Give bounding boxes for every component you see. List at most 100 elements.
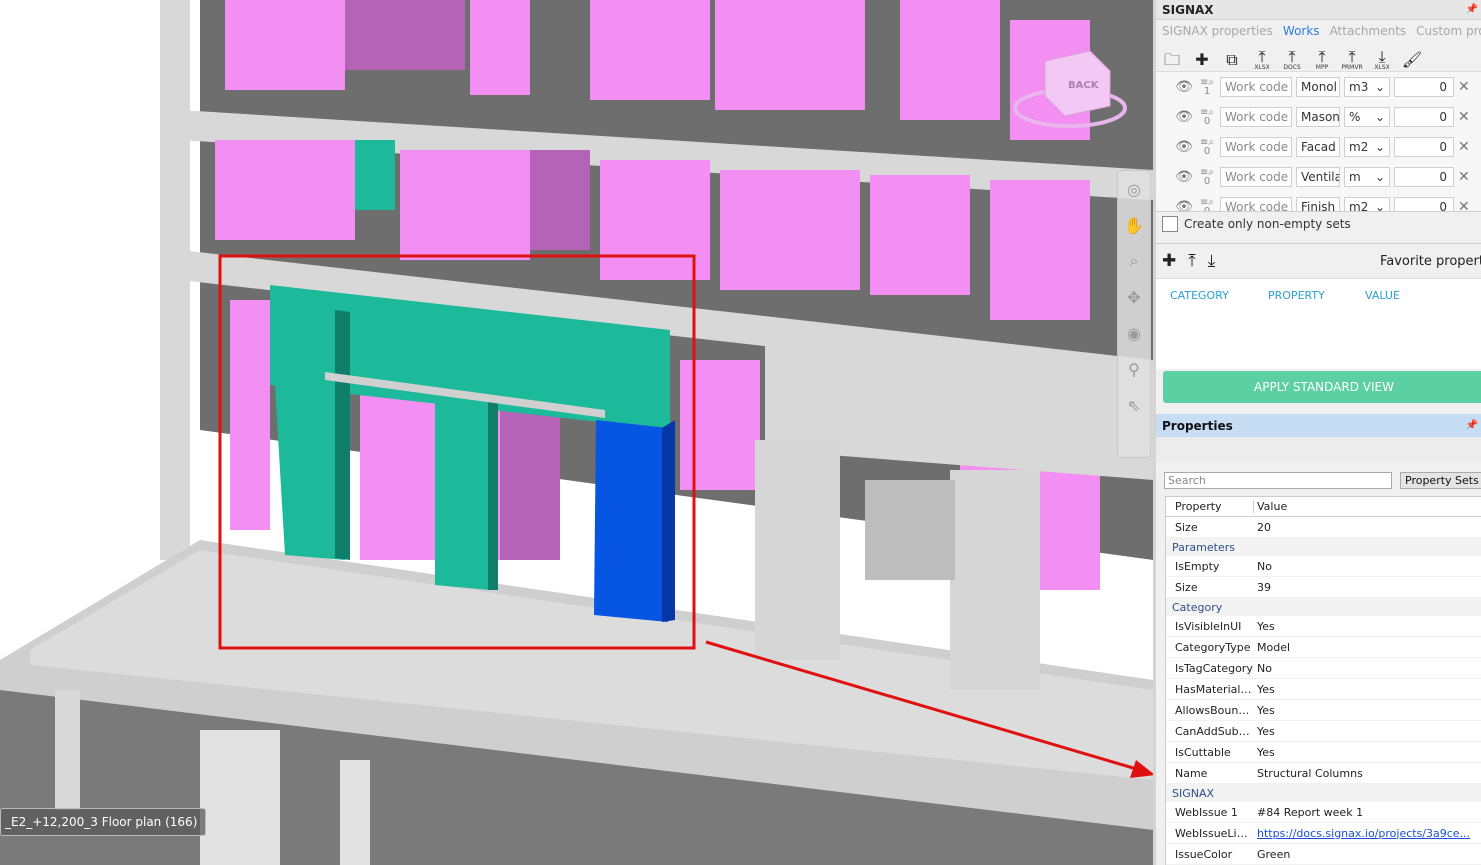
steering-wheel-icon[interactable]: ◎ bbox=[1118, 171, 1150, 207]
eye-icon[interactable]: 👁 bbox=[1174, 79, 1194, 95]
property-row[interactable]: CanAddSubc... Yes bbox=[1166, 721, 1481, 742]
header-property[interactable]: Property bbox=[1166, 500, 1254, 513]
close-icon[interactable]: ✕ bbox=[1458, 79, 1470, 95]
property-row[interactable]: HasMaterialQ... Yes bbox=[1166, 679, 1481, 700]
navigation-bar[interactable]: ◎ ✋ ⌕ ✥ ◉ ⚲ ⇖ bbox=[1117, 170, 1151, 458]
work-row[interactable]: 👁 ≡⌕ 0 Work code Mason % ⌄ 0 ✕ bbox=[1156, 102, 1481, 132]
quantity-input[interactable]: 0 bbox=[1394, 167, 1454, 187]
property-row[interactable]: AllowsBound... Yes bbox=[1166, 700, 1481, 721]
tab-custom-properties[interactable]: Custom properti bbox=[1416, 24, 1481, 42]
viewcube[interactable]: BACK bbox=[1010, 46, 1130, 136]
export-prmvr-button[interactable]: ⤒ PRMVR bbox=[1340, 47, 1364, 73]
property-category[interactable]: SIGNAX bbox=[1166, 784, 1481, 802]
work-name-input[interactable]: Facad bbox=[1296, 137, 1340, 157]
property-row[interactable]: IsCuttable Yes bbox=[1166, 742, 1481, 763]
filter-count[interactable]: ≡⌕0 bbox=[1198, 108, 1216, 127]
column-property[interactable]: PROPERTY bbox=[1268, 289, 1325, 302]
unit-select[interactable]: m3 ⌄ bbox=[1344, 77, 1390, 97]
orbit-icon[interactable]: ✥ bbox=[1118, 279, 1150, 315]
3d-viewport[interactable]: BACK ◎ ✋ ⌕ ✥ ◉ ⚲ ⇖ _E2_+12,200_3 Floor p… bbox=[0, 0, 1153, 865]
works-list[interactable]: 👁 ≡⌕ 1 Work code Monol m3 ⌄ 0 ✕ 👁 ≡⌕ 0 Work… bbox=[1156, 71, 1481, 211]
close-icon[interactable]: ✕ bbox=[1458, 109, 1470, 125]
property-sets-button[interactable]: Property Sets bbox=[1400, 472, 1481, 489]
work-name-input[interactable]: Finish bbox=[1296, 197, 1340, 211]
brush-icon[interactable]: 🖌 bbox=[1400, 47, 1424, 73]
property-row[interactable]: IsVisibleInUI Yes bbox=[1166, 616, 1481, 637]
property-row[interactable]: WebIssueLin... https://docs.signax.io/pro… bbox=[1166, 823, 1481, 844]
work-code-input[interactable]: Work code bbox=[1220, 167, 1292, 187]
select-icon[interactable]: ⇖ bbox=[1118, 387, 1150, 423]
work-name-input[interactable]: Monol bbox=[1296, 77, 1340, 97]
export-mpp-button[interactable]: ⤒ MPP bbox=[1310, 47, 1334, 73]
quantity-input[interactable]: 0 bbox=[1394, 77, 1454, 97]
zoom-icon[interactable]: ⌕ bbox=[1118, 243, 1150, 279]
eye-icon[interactable]: 👁 bbox=[1174, 169, 1194, 185]
work-row[interactable]: 👁 ≡⌕ 1 Work code Monol m3 ⌄ 0 ✕ bbox=[1156, 72, 1481, 102]
tab-attachments[interactable]: Attachments bbox=[1330, 24, 1407, 42]
unit-select[interactable]: m2 ⌄ bbox=[1344, 137, 1390, 157]
import-xlsx-button[interactable]: ⤓ XLSX bbox=[1370, 47, 1394, 73]
work-code-input[interactable]: Work code bbox=[1220, 197, 1292, 211]
quantity-input[interactable]: 0 bbox=[1394, 107, 1454, 127]
work-code-input[interactable]: Work code bbox=[1220, 137, 1292, 157]
property-category[interactable]: Category bbox=[1166, 598, 1481, 616]
property-row[interactable]: CategoryType Model bbox=[1166, 637, 1481, 658]
walk-icon[interactable]: ⚲ bbox=[1118, 351, 1150, 387]
filter-count[interactable]: ≡⌕0 bbox=[1198, 168, 1216, 187]
web-issue-link[interactable]: https://docs.signax.io/projects/3a9ce... bbox=[1254, 827, 1481, 840]
tab-works[interactable]: Works bbox=[1283, 24, 1320, 42]
eye-icon[interactable]: 👁 bbox=[1174, 139, 1194, 155]
plus-icon[interactable]: ✚ bbox=[1190, 47, 1214, 73]
property-row[interactable]: Size 20 bbox=[1166, 517, 1481, 538]
work-code-input[interactable]: Work code bbox=[1220, 77, 1292, 97]
property-row[interactable]: IssueColor Green bbox=[1166, 844, 1481, 865]
apply-standard-view-button[interactable]: APPLY STANDARD VIEW bbox=[1163, 371, 1481, 403]
non-empty-option[interactable]: Create only non-empty sets bbox=[1162, 216, 1351, 232]
work-row[interactable]: 👁 ≡⌕0 Work code Finish m2⌄ 0 ✕ bbox=[1156, 192, 1481, 211]
work-row[interactable]: 👁 ≡⌕ 0 Work code Facad m2 ⌄ 0 ✕ bbox=[1156, 132, 1481, 162]
copy-icon[interactable]: ⧉ bbox=[1220, 47, 1244, 73]
filter-count[interactable]: ≡⌕ 1 bbox=[1198, 78, 1216, 97]
unit-select[interactable]: m ⌄ bbox=[1344, 167, 1390, 187]
unit-select[interactable]: m2 ⌄ bbox=[1344, 197, 1390, 211]
work-name-input[interactable]: Mason bbox=[1296, 107, 1340, 127]
pin-icon[interactable]: 📌 bbox=[1466, 420, 1478, 431]
plus-icon[interactable]: ✚ bbox=[1162, 251, 1176, 271]
close-icon[interactable]: ✕ bbox=[1458, 199, 1470, 211]
export-xlsx-button[interactable]: ⤒ XLSX bbox=[1250, 47, 1274, 73]
upload-icon[interactable]: ⤒ bbox=[1188, 251, 1196, 271]
look-icon[interactable]: ◉ bbox=[1118, 315, 1150, 351]
floor-plan-label[interactable]: _E2_+12,200_3 Floor plan (166) bbox=[0, 808, 207, 836]
column-value[interactable]: VALUE bbox=[1365, 289, 1400, 302]
export-docs-button[interactable]: ⤒ DOCS bbox=[1280, 47, 1304, 73]
properties-grid[interactable]: Property Value Size 20 Parameters IsEmpty… bbox=[1165, 496, 1481, 865]
quantity-input[interactable]: 0 bbox=[1394, 137, 1454, 157]
work-row[interactable]: 👁 ≡⌕ 0 Work code Ventila m ⌄ 0 ✕ bbox=[1156, 162, 1481, 192]
folder-add-icon[interactable]: 🗀 bbox=[1160, 47, 1184, 73]
tab-signax-properties[interactable]: SIGNAX properties bbox=[1162, 24, 1273, 42]
column-category[interactable]: CATEGORY bbox=[1170, 289, 1229, 302]
close-icon[interactable]: ✕ bbox=[1458, 139, 1470, 155]
property-row[interactable]: IsTagCategory No bbox=[1166, 658, 1481, 679]
quantity-input[interactable]: 0 bbox=[1394, 197, 1454, 211]
property-row[interactable]: Size 39 bbox=[1166, 577, 1481, 598]
work-name-input[interactable]: Ventila bbox=[1296, 167, 1340, 187]
header-value[interactable]: Value bbox=[1254, 500, 1481, 513]
property-row[interactable]: IsEmpty No bbox=[1166, 556, 1481, 577]
pan-icon[interactable]: ✋ bbox=[1118, 207, 1150, 243]
property-row[interactable]: Name Structural Columns bbox=[1166, 763, 1481, 784]
property-row[interactable]: WebIssue 1 #84 Report week 1 bbox=[1166, 802, 1481, 823]
eye-icon[interactable]: 👁 bbox=[1174, 109, 1194, 125]
eye-icon[interactable]: 👁 bbox=[1174, 199, 1194, 211]
unit-select[interactable]: % ⌄ bbox=[1344, 107, 1390, 127]
filter-count[interactable]: ≡⌕0 bbox=[1198, 138, 1216, 157]
non-empty-checkbox[interactable] bbox=[1162, 216, 1178, 232]
properties-search-input[interactable]: Search bbox=[1164, 472, 1392, 489]
pin-icon[interactable]: 📌 bbox=[1466, 4, 1478, 15]
filter-count[interactable]: ≡⌕0 bbox=[1198, 198, 1216, 212]
model-render[interactable] bbox=[0, 0, 1153, 865]
property-category[interactable]: Parameters bbox=[1166, 538, 1481, 556]
download-icon[interactable]: ⤓ bbox=[1208, 251, 1216, 271]
close-icon[interactable]: ✕ bbox=[1458, 169, 1470, 185]
work-code-input[interactable]: Work code bbox=[1220, 107, 1292, 127]
